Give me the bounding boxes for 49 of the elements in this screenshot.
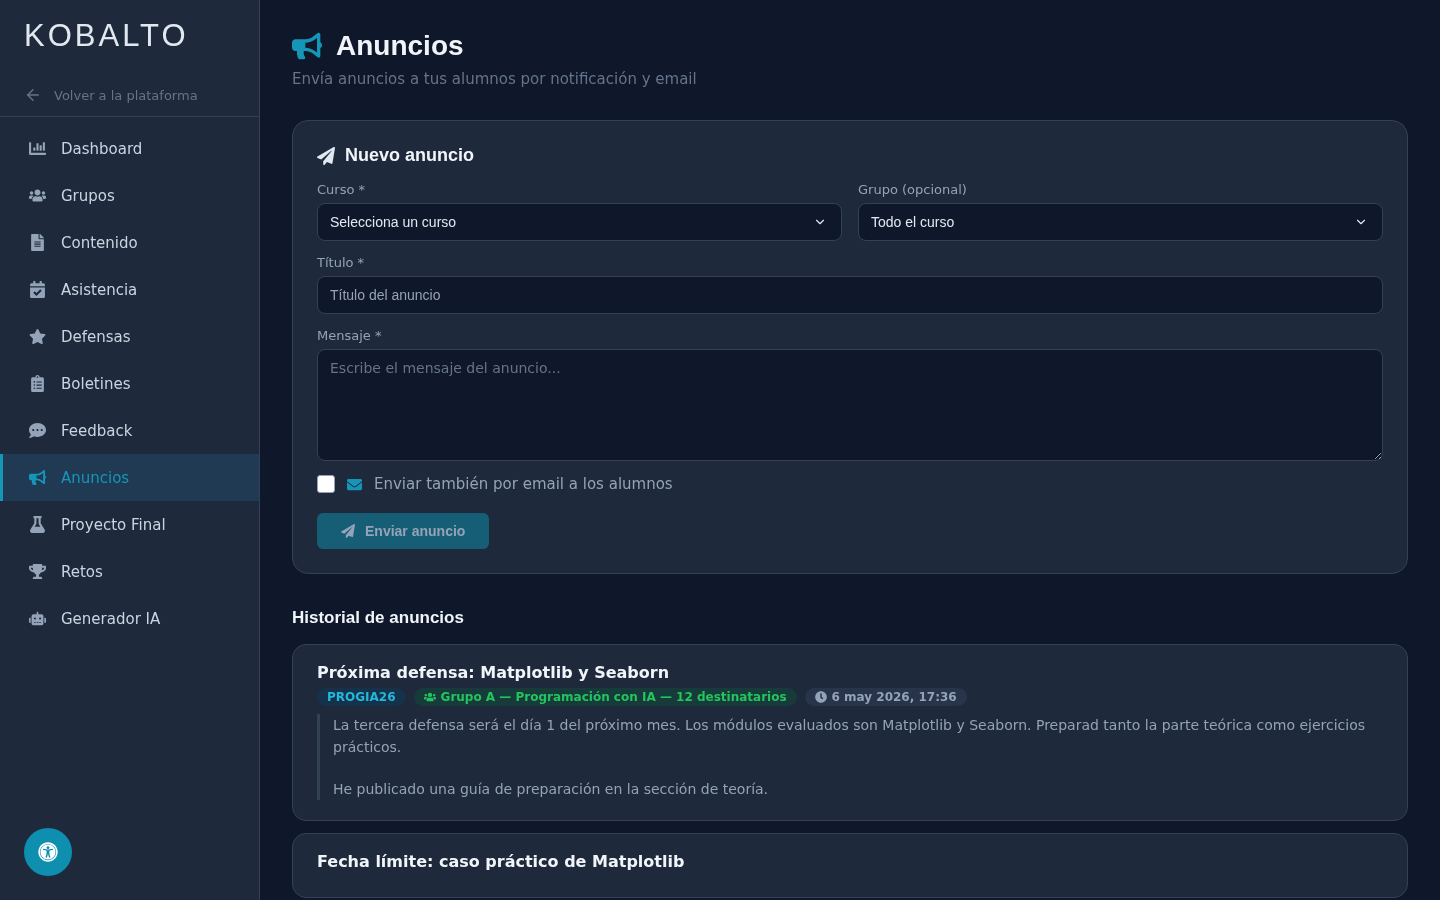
field-label: Título * xyxy=(317,255,365,270)
sidebar-item[interactable]: Proyecto Final xyxy=(0,501,259,548)
sidebar-item[interactable]: Grupos xyxy=(0,172,259,219)
accessibility-button[interactable] xyxy=(24,828,72,876)
users-icon xyxy=(423,691,436,703)
sidebar-item[interactable]: Boletines xyxy=(0,360,259,407)
calendar-check-icon xyxy=(27,281,47,298)
robot-icon xyxy=(27,610,47,627)
accessibility-icon xyxy=(38,842,58,862)
page-title-text: Anuncios xyxy=(336,30,464,62)
course-tag: PROGIA26 xyxy=(317,688,406,706)
message-textarea[interactable]: Escribe el mensaje del anuncio... xyxy=(317,349,1383,461)
chart-icon xyxy=(27,140,47,157)
announcement-text: La tercera defensa será el día 1 del próximo mes. Los módulos evaluados son Matplotlib y Seaborn. Preparad tanto la parte teórica como ejercicios prácticos. xyxy=(333,716,1367,757)
sidebar-item[interactable]: Asistencia xyxy=(0,266,259,313)
group-select[interactable]: Todo el curso xyxy=(858,203,1383,241)
paper-plane-icon xyxy=(341,524,355,538)
announcement-text: He publicado una guía de preparación en la sección de teoría. xyxy=(333,780,770,799)
envelope-icon xyxy=(347,476,362,492)
announcement-title: Próxima defensa: Matplotlib y Seaborn xyxy=(317,663,671,682)
checkbox-label: Enviar también por email a los alumnos xyxy=(374,475,673,493)
sidebar-item[interactable]: Feedback xyxy=(0,407,259,454)
chat-icon xyxy=(27,422,47,439)
field-label: Curso * xyxy=(317,182,366,197)
sidebar-item[interactable]: Generador IA xyxy=(0,595,259,642)
users-icon xyxy=(27,187,47,204)
sidebar-item[interactable]: Contenido xyxy=(0,219,259,266)
form-title: Nuevo anuncio xyxy=(345,145,474,166)
field-label: Mensaje * xyxy=(317,328,382,343)
section-title: Historial de anuncios xyxy=(292,608,465,628)
paper-plane-icon xyxy=(317,146,335,165)
audience-tag: Grupo A — Programación con IA — 12 destinatarios xyxy=(413,688,797,706)
email-checkbox[interactable] xyxy=(317,475,335,493)
page-subtitle: Envía anuncios a tus alumnos por notificación y email xyxy=(292,70,698,88)
clock-icon xyxy=(814,691,827,703)
star-icon xyxy=(27,328,47,345)
logo: KOBALTO xyxy=(23,17,190,55)
date-tag: 6 may 2026, 17:36 xyxy=(804,688,967,706)
announcement-title: Fecha límite: caso práctico de Matplotlib xyxy=(317,852,686,871)
sidebar-item[interactable]: Dashboard xyxy=(0,125,259,172)
sidebar-item[interactable]: Retos xyxy=(0,548,259,595)
course-select[interactable]: Selecciona un curso xyxy=(317,203,842,241)
field-label: Grupo (opcional) xyxy=(858,182,967,197)
megaphone-icon xyxy=(27,469,47,486)
flask-icon xyxy=(27,516,47,533)
trophy-icon xyxy=(27,563,47,580)
sidebar-item[interactable]: Defensas xyxy=(0,313,259,360)
megaphone-icon xyxy=(292,31,322,61)
title-input[interactable]: Título del anuncio xyxy=(317,276,1383,314)
